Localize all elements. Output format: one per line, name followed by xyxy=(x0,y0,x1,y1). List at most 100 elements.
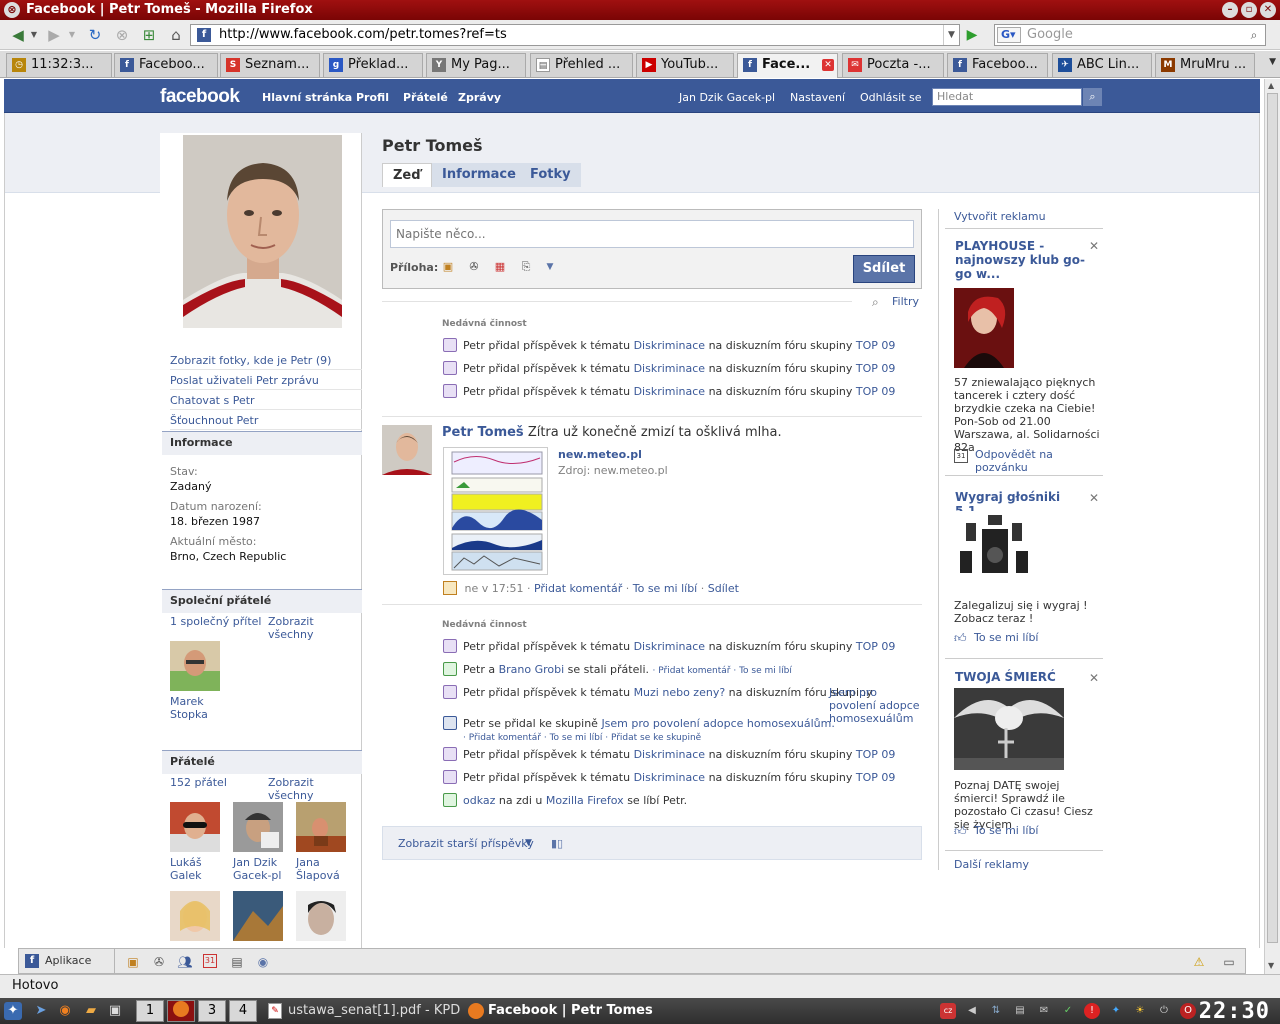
friend-avatar-jana[interactable] xyxy=(296,802,346,852)
friend-avatar-marek[interactable] xyxy=(170,641,220,691)
task-pdf-viewer[interactable]: ✎ ustawa_senat[1].pdf - KPD xyxy=(266,1000,462,1022)
photos-app-icon[interactable]: ▣ xyxy=(125,954,141,970)
fb-search-input[interactable]: Hledat xyxy=(932,88,1082,106)
friend-avatar-lukas[interactable] xyxy=(170,802,220,852)
tab-list-dropdown-icon[interactable]: ▼ xyxy=(1269,57,1276,67)
fb-search-icon[interactable]: ⌕ xyxy=(1083,88,1102,106)
home-icon[interactable]: ⌂ xyxy=(166,25,186,45)
stop-icon[interactable]: ⊗ xyxy=(112,25,132,45)
tab-wall[interactable]: Zeď xyxy=(382,163,432,187)
tab-prehled[interactable]: ▤ Přehled ... xyxy=(530,53,633,77)
ad3-image[interactable] xyxy=(954,688,1064,770)
nav-home[interactable]: Hlavní stránka xyxy=(262,91,352,104)
link-link[interactable]: odkaz xyxy=(463,794,495,807)
topic-link[interactable]: Diskriminace xyxy=(634,771,706,784)
friends-count[interactable]: 152 přátel xyxy=(170,776,227,789)
post-author-avatar[interactable] xyxy=(382,425,432,475)
applications-button[interactable]: f Aplikace xyxy=(19,949,115,973)
bluetooth-icon[interactable]: ✦ xyxy=(1108,1003,1124,1019)
tab-seznam[interactable]: S Seznam... xyxy=(220,53,320,77)
topic-link[interactable]: Diskriminace xyxy=(634,339,706,352)
reload-icon[interactable]: ↻ xyxy=(85,25,105,45)
older-posts-link[interactable]: Zobrazit starší příspěvky xyxy=(398,837,534,850)
attach-event-icon[interactable]: ▦ xyxy=(493,260,507,274)
events-app-icon[interactable]: 31 xyxy=(203,954,217,968)
nav-settings[interactable]: Nastavení xyxy=(790,91,845,104)
group-link[interactable]: TOP 09 xyxy=(856,385,896,398)
chat-icon[interactable]: ▭ xyxy=(1221,954,1237,970)
close-icon[interactable]: ✕ xyxy=(1260,2,1276,18)
friend-avatar-6[interactable] xyxy=(296,891,346,941)
ad2-close-icon[interactable]: ✕ xyxy=(1089,491,1099,505)
join-group-link[interactable]: Přidat se ke skupině xyxy=(611,733,701,743)
tab-abc-linux[interactable]: ✈ ABC Lin... xyxy=(1052,53,1152,77)
desktop-4[interactable]: 4 xyxy=(229,1000,257,1022)
ad1-action-link[interactable]: Odpovědět na pozvánku xyxy=(975,448,1102,474)
post-author-link[interactable]: Petr Tomeš xyxy=(442,425,524,440)
ad2-image[interactable] xyxy=(954,511,1034,589)
friends-show-all-link[interactable]: Zobrazit všechny xyxy=(268,776,361,802)
topic-link[interactable]: Muzi nebo zeny? xyxy=(634,686,726,699)
profile-picture[interactable] xyxy=(183,135,342,328)
nav-friends[interactable]: Přátelé xyxy=(403,91,448,104)
clipboard-icon[interactable]: ▤ xyxy=(1012,1003,1028,1019)
tab-close-icon[interactable]: ✕ xyxy=(822,59,834,71)
target-link[interactable]: Mozilla Firefox xyxy=(546,794,624,807)
create-ad-link[interactable]: Vytvořit reklamu xyxy=(954,210,1046,223)
tab-my-page[interactable]: Y My Pag... xyxy=(426,53,526,77)
attach-video-icon[interactable]: ✇ xyxy=(467,260,481,274)
send-message-link[interactable]: Poslat uživateli Petr zprávu xyxy=(170,370,362,390)
friend-avatar-jan[interactable] xyxy=(233,802,283,852)
tab-clock[interactable]: ◷ 11:32:3... xyxy=(6,53,112,77)
friend-name-jana[interactable]: Jana Šlapová xyxy=(296,856,352,882)
go-arrow-icon[interactable]: ▶ xyxy=(962,26,982,44)
tab-mrumru[interactable]: M MruMru ... xyxy=(1155,53,1255,77)
vertical-scrollbar[interactable]: ▲ ▼ xyxy=(1264,79,1280,974)
minimize-icon[interactable]: – xyxy=(1222,2,1238,18)
meteo-thumbnail[interactable] xyxy=(443,447,548,575)
link-title[interactable]: new.meteo.pl xyxy=(558,448,642,461)
attach-link-icon[interactable]: ⎘ xyxy=(519,260,533,274)
comment-link[interactable]: Přidat komentář xyxy=(469,733,541,743)
desktop-3[interactable]: 3 xyxy=(198,1000,226,1022)
maximize-icon[interactable]: ▫ xyxy=(1241,2,1257,18)
poke-link[interactable]: Šťouchnout Petr xyxy=(170,410,362,430)
groups-app-icon[interactable]: 👥︎ xyxy=(177,954,193,970)
tab-poczta[interactable]: ✉ Poczta -... xyxy=(842,53,944,77)
search-icon[interactable]: ⌕ xyxy=(1245,27,1263,43)
like-link[interactable]: To se mi líbí xyxy=(550,733,603,743)
nav-account-user[interactable]: Jan Dzik Gacek-pl xyxy=(679,91,775,104)
attach-photo-icon[interactable]: ▣ xyxy=(441,260,455,274)
post-comment-link[interactable]: Přidat komentář xyxy=(534,582,622,595)
filters-link[interactable]: Filtry xyxy=(892,295,919,308)
ad2-like-link[interactable]: To se mi líbí xyxy=(974,631,1039,644)
chat-link[interactable]: Chatovat s Petr xyxy=(170,390,362,410)
group-link[interactable]: Jsem pro povolení adopce homosexuálům. xyxy=(601,717,834,730)
ad1-close-icon[interactable]: ✕ xyxy=(1089,239,1099,253)
url-bar[interactable]: f http://www.facebook.com/petr.tomes?ref… xyxy=(190,24,960,46)
ad3-close-icon[interactable]: ✕ xyxy=(1089,671,1099,685)
network-icon[interactable]: ⇅ xyxy=(988,1003,1004,1019)
comment-link[interactable]: Přidat komentář xyxy=(658,666,730,676)
tab-facebook-active[interactable]: f Face... ✕ xyxy=(737,53,838,78)
launcher-file-manager-icon[interactable]: ➤ xyxy=(32,1002,50,1020)
window-menu-icon[interactable]: ⊗ xyxy=(4,2,20,18)
mutual-show-all-link[interactable]: Zobrazit všechny xyxy=(268,615,361,641)
friend-name-marek[interactable]: Marek Stopka xyxy=(170,695,226,721)
group-link[interactable]: Jsem pro povolení adopce homosexuálům xyxy=(829,686,921,725)
more-ads-link[interactable]: Další reklamy xyxy=(954,858,1029,871)
older-posts-dropdown-icon[interactable]: ▼ xyxy=(525,838,532,848)
group-link[interactable]: TOP 09 xyxy=(856,339,896,352)
weather-icon[interactable]: ☀ xyxy=(1132,1003,1148,1019)
tab-facebook-1[interactable]: f Faceboo... xyxy=(114,53,218,77)
links-app-icon[interactable]: ◉ xyxy=(255,954,271,970)
opera-tray-icon[interactable]: O xyxy=(1180,1003,1196,1019)
volume-icon[interactable]: ◀ xyxy=(964,1003,980,1019)
tab-preklad[interactable]: g Překlad... xyxy=(323,53,423,77)
alert-tray-icon[interactable]: ! xyxy=(1084,1003,1100,1019)
forward-arrow-icon[interactable]: ▶ xyxy=(44,25,64,45)
url-history-dropdown-icon[interactable]: ▼ xyxy=(943,25,959,45)
launcher-terminal-icon[interactable]: ▣ xyxy=(106,1002,124,1020)
search-bar[interactable]: G▾ Google ⌕ xyxy=(994,24,1266,46)
updates-icon[interactable]: ✓ xyxy=(1060,1003,1076,1019)
